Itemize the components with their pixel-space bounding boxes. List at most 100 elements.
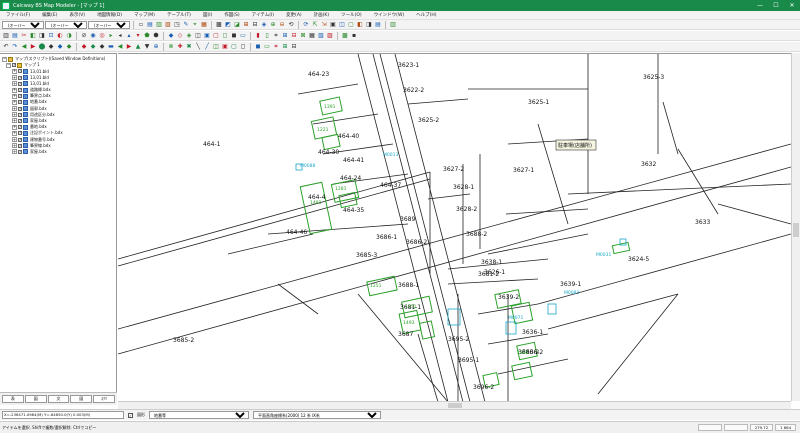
expand-icon[interactable]: + (12, 99, 17, 105)
toolbar-tool-icon[interactable]: ▧ (317, 32, 325, 40)
layer-checkbox[interactable]: ✓ (18, 81, 22, 86)
menu-item[interactable]: 作図(S) (218, 12, 245, 18)
expand-icon[interactable]: + (12, 106, 17, 112)
toolbar-tool-icon[interactable]: ⌗ (272, 32, 280, 40)
toolbar-tool-icon[interactable]: ▣ (221, 43, 229, 51)
expand-icon[interactable]: + (12, 143, 17, 149)
toolbar-tool-icon[interactable]: ▸ (107, 32, 115, 40)
toolbar-tool-icon[interactable]: ◆ (65, 43, 73, 51)
toolbar-tool-icon[interactable]: ▥ (2, 32, 10, 40)
toolbar-tool-icon[interactable]: ◆ (80, 43, 88, 51)
layer-checkbox[interactable]: ✓ (18, 88, 22, 93)
map-checkbox[interactable]: ✓ (12, 63, 16, 68)
toolbar-tool-icon[interactable]: ▪ (350, 32, 358, 40)
expand-icon[interactable]: + (12, 137, 17, 143)
collapse-icon[interactable]: − (6, 62, 11, 68)
panel-tab[interactable]: ｽｸﾘ (93, 395, 115, 403)
menu-item[interactable]: テーブル(T) (161, 12, 197, 18)
toolbar-tool-icon[interactable]: ▶ (125, 43, 133, 51)
toolbar-tool-icon[interactable]: ▶ (29, 43, 37, 51)
menu-item[interactable]: アイテム(I) (246, 12, 280, 18)
scroll-thumb[interactable] (793, 223, 799, 237)
toolbar-tool-icon[interactable]: ▣ (329, 21, 337, 29)
toolbar-tool-icon[interactable]: ✚ (176, 43, 184, 51)
toolbar-tool-icon[interactable]: ⌖ (191, 21, 199, 29)
expand-icon[interactable]: + (12, 149, 17, 155)
toolbar-tool-icon[interactable]: ⊕ (269, 21, 277, 29)
toolbar-tool-icon[interactable]: ⇱ (311, 21, 319, 29)
toolbar-tool-icon[interactable]: ⟳ (302, 21, 310, 29)
toolbar-tool-icon[interactable]: ◎ (98, 32, 106, 40)
panel-tab[interactable]: 表 (2, 395, 24, 403)
toolbar-tool-icon[interactable]: ◐ (56, 32, 64, 40)
toolbar-tool-icon[interactable]: ╲ (194, 43, 202, 51)
toolbar-tool-icon[interactable]: ⊡ (47, 32, 55, 40)
toolbar-tool-icon[interactable]: ⌗ (272, 43, 280, 51)
layer-checkbox[interactable]: ✓ (18, 112, 22, 117)
expand-icon[interactable]: + (12, 75, 17, 81)
menu-item[interactable]: 編集(E) (36, 12, 63, 18)
toolbar-tool-icon[interactable]: ◆ (98, 43, 106, 51)
expand-icon[interactable]: + (12, 118, 17, 124)
expand-icon[interactable]: + (12, 112, 17, 118)
overlay-combo-3[interactable]: (オーバーレイ) (88, 20, 130, 29)
menu-item[interactable]: ファイル(F) (0, 12, 36, 18)
toolbar-tool-icon[interactable]: ▣ (203, 32, 211, 40)
toolbar-tool-icon[interactable]: ▥ (389, 21, 397, 29)
overlay-combo-1[interactable]: (オーバーレイ) (2, 20, 44, 29)
menu-item[interactable]: 計画(K) (308, 12, 335, 18)
layer-checkbox[interactable]: ✓ (18, 149, 22, 154)
toolbar-tool-icon[interactable]: ⟲ (287, 21, 295, 29)
toolbar-tool-icon[interactable]: ◈ (185, 32, 193, 40)
toolbar-tool-icon[interactable]: ▦ (200, 21, 208, 29)
scroll-thumb[interactable] (448, 403, 462, 408)
layer-checkbox[interactable]: ✓ (18, 75, 22, 80)
toolbar-tool-icon[interactable]: ◫ (194, 32, 202, 40)
panel-tab[interactable]: 図 (24, 395, 47, 403)
toolbar-tool-icon[interactable]: ▴ (125, 32, 133, 40)
toolbar-tool-icon[interactable]: ◨ (365, 21, 373, 29)
layer-checkbox[interactable]: ✓ (18, 106, 22, 111)
toolbar-tool-icon[interactable]: ▨ (326, 32, 334, 40)
toolbar-tool-icon[interactable]: ▩ (215, 21, 223, 29)
layer-checkbox[interactable]: ✓ (18, 137, 22, 142)
toolbar-tool-icon[interactable]: ⊘ (80, 32, 88, 40)
layer-checkbox[interactable]: ✓ (18, 100, 22, 105)
toolbar-tool-icon[interactable]: ▾ (134, 32, 142, 40)
toolbar-tool-icon[interactable]: ◉ (89, 32, 97, 40)
toolbar-tool-icon[interactable]: ◳ (173, 21, 181, 29)
vertical-scrollbar[interactable] (791, 53, 800, 401)
minimize-button[interactable]: — (752, 0, 768, 11)
expand-icon[interactable]: + (12, 81, 17, 87)
close-button[interactable]: ✕ (784, 0, 800, 11)
toolbar-tool-icon[interactable]: ◻ (239, 43, 247, 51)
layer-checkbox[interactable]: ✓ (18, 69, 22, 74)
toolbar-tool-icon[interactable]: ◫ (212, 43, 220, 51)
toolbar-tool-icon[interactable]: ✎ (182, 21, 190, 29)
expand-icon[interactable]: + (12, 130, 17, 136)
menu-item[interactable]: ツール(O) (335, 12, 368, 18)
toolbar-tool-icon[interactable]: ◈ (260, 21, 268, 29)
toolbar-tool-icon[interactable]: ▢ (347, 21, 355, 29)
expand-icon[interactable]: + (12, 87, 17, 93)
toolbar-tool-icon[interactable]: ▧ (164, 21, 172, 29)
toolbar-tool-icon[interactable]: ↷ (11, 43, 19, 51)
toolbar-tool-icon[interactable]: ▭ (263, 43, 271, 51)
toolbar-tool-icon[interactable]: ◀ (116, 43, 124, 51)
toolbar-tool-icon[interactable]: ⊟ (290, 32, 298, 40)
layer-checkbox[interactable]: ✓ (18, 118, 22, 123)
menu-item[interactable]: マップ(M) (128, 12, 161, 18)
maximize-button[interactable]: ☐ (768, 0, 784, 11)
toolbar-tool-icon[interactable]: ◆ (56, 43, 64, 51)
toolbar-tool-icon[interactable]: ⇲ (320, 21, 328, 29)
coordinate-system-select[interactable]: 平面直角座標系(2000) 12 系 Ⅸ系 (253, 411, 381, 419)
toolbar-tool-icon[interactable]: ⬤ (38, 43, 46, 51)
toolbar-tool-icon[interactable]: ◼ (254, 43, 262, 51)
toolbar-tool-icon[interactable]: ▮ (254, 32, 262, 40)
expand-icon[interactable]: + (12, 93, 17, 99)
tree-root[interactable]: − マップ(スクリプト)(Saved Window Definitions) (2, 56, 116, 62)
toolbar-tool-icon[interactable]: ▲ (134, 43, 142, 51)
toolbar-tool-icon[interactable]: ▭ (239, 32, 247, 40)
map-canvas[interactable]: 464-23 464-1 464-30 464-40 464-41 464-24 464-3… (118, 53, 791, 401)
menu-item[interactable]: ヘルプ(H) (410, 12, 442, 18)
